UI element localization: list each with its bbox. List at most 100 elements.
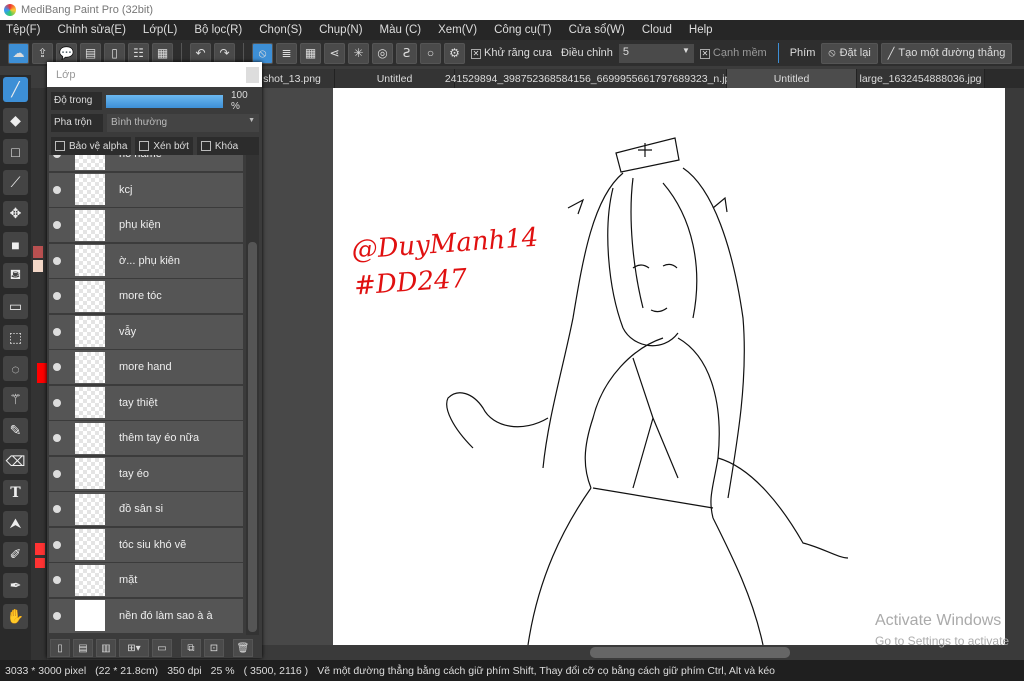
straight-line-button[interactable]: ╱ Tạo một đường thẳng xyxy=(880,42,1013,64)
antialias-toggle[interactable]: ✕ Khử răng cưa xyxy=(471,47,552,59)
concentric-snap-icon[interactable]: ◎ xyxy=(372,42,393,64)
circle-snap-icon[interactable]: ○ xyxy=(420,42,441,64)
hand-icon[interactable]: ✋ xyxy=(3,604,28,629)
color-swatch[interactable] xyxy=(33,260,43,272)
page-icon[interactable]: ▯ xyxy=(104,42,125,64)
reset-button[interactable]: ⦸ Đặt lại xyxy=(821,42,878,64)
snap-off-icon[interactable]: ⦸ xyxy=(252,42,273,64)
grid-edit-icon[interactable]: ▦ xyxy=(152,42,173,64)
eye-icon[interactable] xyxy=(53,540,61,549)
color-swatch[interactable] xyxy=(35,558,45,568)
rectangle-icon[interactable]: □ xyxy=(3,139,28,164)
redo-icon[interactable]: ↷ xyxy=(214,42,235,64)
document-tab[interactable]: large_1632454888036.jpg xyxy=(857,69,985,88)
lock-checkbox[interactable]: Khóa xyxy=(196,137,259,155)
radial-snap-icon[interactable]: ✳ xyxy=(348,42,369,64)
menu-item[interactable]: Help xyxy=(689,24,713,36)
menu-item[interactable]: Cửa sổ(W) xyxy=(569,24,625,36)
blend-mode-dropdown[interactable]: Bình thường ▼ xyxy=(107,114,259,132)
menu-item[interactable]: Tệp(F) xyxy=(6,24,41,36)
document-tab[interactable]: Untitled xyxy=(727,69,857,88)
layer-row[interactable]: đồ sân si xyxy=(49,492,243,527)
parallel-snap-icon[interactable]: ≣ xyxy=(276,42,297,64)
eye-icon[interactable] xyxy=(53,327,61,336)
layer-row[interactable]: more hand xyxy=(49,350,243,385)
move-icon[interactable]: ✥ xyxy=(3,201,28,226)
operation-icon[interactable]: ⮝ xyxy=(3,511,28,536)
layer-row[interactable]: more tóc xyxy=(49,279,243,314)
brush-icon[interactable]: ╱ xyxy=(3,77,28,102)
speech-bubble-icon[interactable]: 💬 xyxy=(56,42,77,64)
share-icon[interactable]: ⇪ xyxy=(32,42,53,64)
layer-row[interactable]: phụ kiện xyxy=(49,208,243,243)
menu-item[interactable]: Màu (C) xyxy=(380,24,422,36)
menu-item[interactable]: Lớp(L) xyxy=(143,24,177,36)
eye-icon[interactable] xyxy=(53,155,61,158)
layer-row[interactable]: kcj xyxy=(49,172,243,208)
eraser-icon[interactable]: ◆ xyxy=(3,108,28,133)
perspective-snap-icon[interactable]: ⋖ xyxy=(324,42,345,64)
document-tab[interactable]: 241529894_398752368584156_66999556617976… xyxy=(445,69,736,88)
opacity-slider[interactable] xyxy=(106,94,223,108)
cloud-icon[interactable]: ☁ xyxy=(8,42,29,64)
eye-icon[interactable] xyxy=(53,363,61,371)
merge-layer-icon[interactable]: ⊡ xyxy=(204,639,224,657)
eye-icon[interactable] xyxy=(53,398,61,407)
layer-row[interactable]: vẫy xyxy=(49,314,243,350)
lasso-icon[interactable]: ◌ xyxy=(3,356,28,381)
layer-row[interactable]: tay thiệt xyxy=(49,385,243,421)
antialias-checkbox[interactable]: ✕ xyxy=(471,49,481,59)
eye-icon[interactable] xyxy=(53,221,61,229)
document-tab[interactable]: Untitled xyxy=(335,69,455,88)
menu-item[interactable]: Chỉnh sửa(E) xyxy=(58,24,126,36)
protect-alpha-checkbox[interactable]: Bảo vệ alpha xyxy=(51,137,132,155)
clipping-checkbox[interactable]: Xén bớt xyxy=(135,137,193,155)
menu-item[interactable]: Chụp(N) xyxy=(319,24,362,36)
adjust-dropdown[interactable]: 5 ▼ xyxy=(618,43,694,63)
fill-rect-icon[interactable]: ■ xyxy=(3,232,28,257)
layer-row[interactable]: thêm tay éo nữa xyxy=(49,421,243,456)
color-swatch[interactable] xyxy=(33,246,43,258)
gear-icon[interactable]: ⚙ xyxy=(444,42,465,64)
text-icon[interactable]: T xyxy=(3,480,28,505)
layer-row[interactable]: tay éo xyxy=(49,456,243,492)
magic-wand-icon[interactable]: ⚚ xyxy=(3,387,28,412)
add-layer-menu-icon[interactable]: ⊞▾ xyxy=(119,639,149,657)
undo-icon[interactable]: ↶ xyxy=(190,42,211,64)
eye-icon[interactable] xyxy=(53,292,61,300)
canvas[interactable]: @DuyManh14 #DD247 xyxy=(333,88,1005,646)
layer-row[interactable]: ờ... phụ kiên xyxy=(49,243,243,279)
dot-line-icon[interactable]: ⟋ xyxy=(3,170,28,195)
folder-icon[interactable]: ▭ xyxy=(152,639,172,657)
soft-edge-checkbox[interactable]: ✕ xyxy=(699,49,710,59)
menu-item[interactable]: Bộ lọc(R) xyxy=(194,24,242,36)
duplicate-layer-icon[interactable]: ⧉ xyxy=(181,639,201,657)
menu-item[interactable]: Chọn(S) xyxy=(259,24,302,36)
layer-row[interactable]: no name xyxy=(49,155,243,172)
select-eraser-icon[interactable]: ⌫ xyxy=(3,449,28,474)
panel-layout-icon[interactable]: ☷ xyxy=(128,42,149,64)
vertical-scrollbar[interactable] xyxy=(1005,88,1024,645)
bucket-icon[interactable]: ⛾ xyxy=(3,263,28,288)
new-halftone-layer-icon[interactable]: ▤ xyxy=(73,639,93,657)
layer-row[interactable]: tóc siu khó vẽ xyxy=(49,527,243,563)
menu-item[interactable]: Xem(V) xyxy=(438,24,477,36)
eye-icon[interactable] xyxy=(53,256,61,265)
trash-icon[interactable]: 🗑 xyxy=(233,639,253,657)
horizontal-scrollbar-thumb[interactable] xyxy=(590,647,790,658)
menu-item[interactable]: Cloud xyxy=(642,24,672,36)
eye-icon[interactable] xyxy=(53,576,61,584)
panel-close-button[interactable] xyxy=(246,67,259,83)
comment-icon[interactable]: ▤ xyxy=(80,42,101,64)
menu-item[interactable]: Công cụ(T) xyxy=(494,24,552,36)
eye-icon[interactable] xyxy=(53,434,61,442)
new-8bit-layer-icon[interactable]: ▥ xyxy=(96,639,116,657)
grid-snap-icon[interactable]: ▦ xyxy=(300,42,321,64)
document-tab[interactable]: shot_13.png xyxy=(250,69,335,88)
curve-snap-icon[interactable]: Ꙅ xyxy=(396,42,417,64)
soft-edge-toggle[interactable]: ✕ Cạnh mềm xyxy=(699,47,767,59)
eye-icon[interactable] xyxy=(53,611,61,620)
layer-row[interactable]: mặt xyxy=(49,563,243,598)
select-rect-icon[interactable]: ⬚ xyxy=(3,325,28,350)
select-pen-icon[interactable]: ✎ xyxy=(3,418,28,443)
